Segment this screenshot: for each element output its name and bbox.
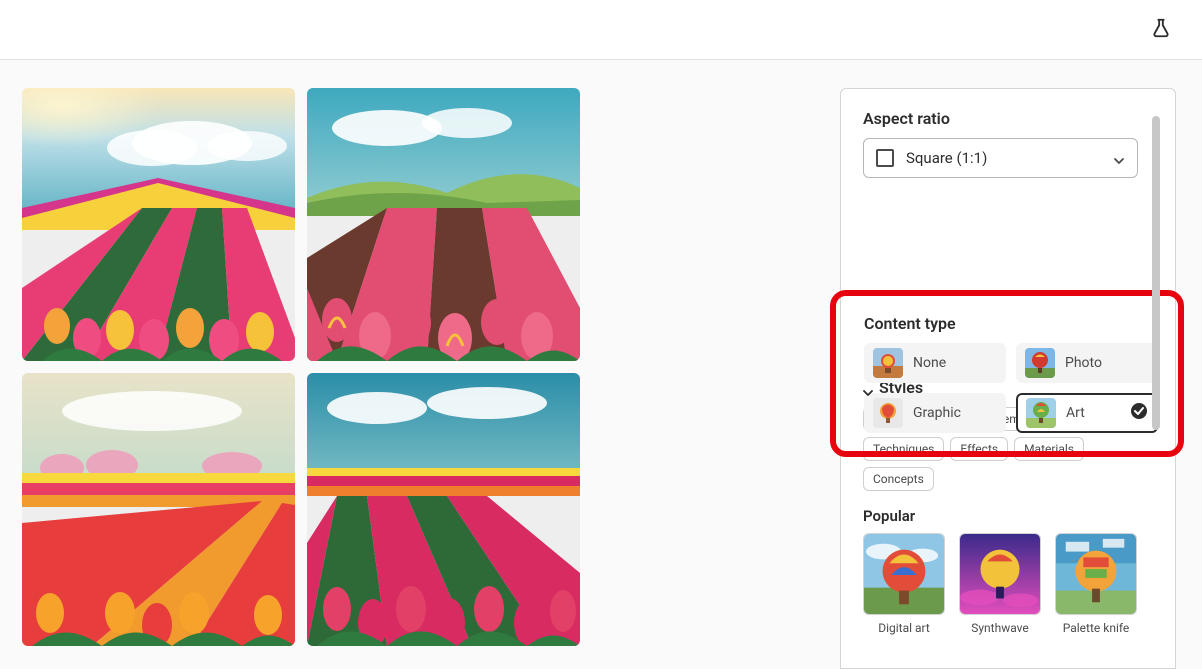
square-icon [876, 149, 894, 167]
chevron-down-icon [863, 383, 873, 393]
content-type-thumb [1025, 348, 1055, 378]
popular-label: Popular [863, 507, 1159, 525]
style-swatch [959, 533, 1041, 615]
content-type-thumb [873, 398, 903, 428]
generated-images-grid [22, 88, 580, 646]
content-type-graphic[interactable]: Graphic [864, 393, 1006, 433]
settings-panel: Aspect ratio Square (1:1) Content type N… [840, 88, 1176, 669]
content-type-text: Photo [1065, 355, 1102, 371]
scrollbar-thumb[interactable] [1152, 116, 1160, 430]
content-type-highlight: Content type None Photo [840, 290, 1176, 457]
aspect-ratio-label: Aspect ratio [863, 109, 1159, 128]
style-name: Palette knife [1063, 621, 1130, 635]
style-synthwave[interactable]: Synthwave [959, 533, 1041, 635]
style-name: Digital art [878, 621, 930, 635]
style-chip-concepts[interactable]: Concepts [863, 467, 934, 491]
aspect-ratio-value: Square (1:1) [906, 149, 1101, 167]
style-swatch [863, 533, 945, 615]
style-name: Synthwave [971, 621, 1029, 635]
aspect-ratio-select[interactable]: Square (1:1) [863, 138, 1138, 178]
content-type-thumb [1026, 398, 1056, 428]
panel-scrollbar[interactable] [1152, 116, 1160, 669]
content-type-photo[interactable]: Photo [1016, 343, 1158, 383]
content-type-text: None [913, 355, 946, 371]
style-digital-art[interactable]: Digital art [863, 533, 945, 635]
content-type-art[interactable]: Art [1016, 393, 1158, 433]
content-type-text: Graphic [913, 405, 961, 421]
content-type-none[interactable]: None [864, 343, 1006, 383]
content-type-text: Art [1066, 405, 1085, 421]
generated-image[interactable] [307, 373, 580, 646]
chevron-down-icon [1113, 152, 1125, 164]
generated-image[interactable] [22, 88, 295, 361]
generated-image[interactable] [307, 88, 580, 361]
check-icon [1130, 402, 1148, 424]
beaker-icon[interactable] [1150, 17, 1172, 43]
style-palette-knife[interactable]: Palette knife [1055, 533, 1137, 635]
style-swatch [1055, 533, 1137, 615]
content-type-thumb [873, 348, 903, 378]
generated-image[interactable] [22, 373, 295, 646]
content-type-label: Content type [864, 314, 1158, 333]
